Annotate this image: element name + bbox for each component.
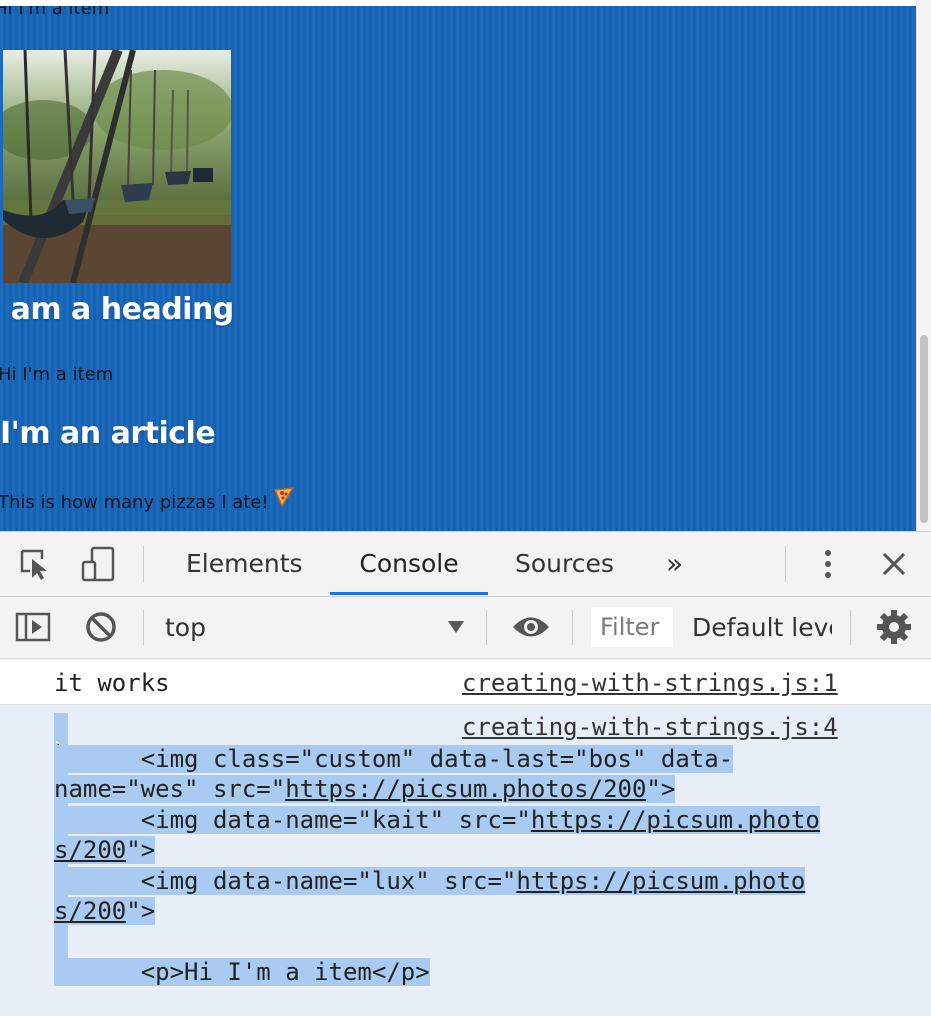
console-code-line: <img class="custom" data-last="bos" data… [54,744,734,774]
item-text: Hi I'm a item [0,364,114,385]
url-link[interactable]: https://picsum.photo [516,867,806,895]
toolbar-separator-2 [486,610,487,645]
code-text: "> [126,897,156,925]
toolbar-separator [143,610,144,645]
page-viewport: Hi I'm a item I am a heading Hi I'm a it… [0,0,931,531]
gear-icon[interactable] [874,608,914,646]
page-content: Hi I'm a item I am a heading Hi I'm a it… [0,6,916,531]
console-source-link[interactable]: creating-with-strings.js:4 [462,713,838,741]
console-code-line: name="wes" src="https://picsum.photos/20… [54,774,676,804]
chevron-down-icon[interactable] [446,619,466,635]
console-code-line: <p>Hi I'm a item</p> [54,957,430,987]
code-text: name="wes" src=" [54,775,286,803]
console-message-text: it works [54,669,170,697]
more-options-icon[interactable] [816,546,840,582]
top-item-text: Hi I'm a item [0,6,110,19]
tab-console[interactable]: Console [330,532,488,595]
code-text: "> [646,775,676,803]
console-code-line: s/200"> [54,896,156,926]
live-expression-icon[interactable] [510,610,552,644]
page-scrollbar[interactable] [916,0,931,531]
console-code-line: s/200"> [54,835,156,865]
code-text: <img data-name="lux" src=" [54,867,517,895]
console-code-line: <img data-name="kait" src="https://picsu… [54,805,820,835]
article-heading: I'm an article [0,416,216,451]
console-toolbar: top Default leve [0,597,931,659]
log-levels-dropdown[interactable]: Default leve [692,597,832,658]
device-toolbar-icon[interactable] [78,544,118,584]
more-tabs-button[interactable]: » [666,532,683,594]
console-source-link[interactable]: creating-with-strings.js:1 [462,669,838,697]
code-text: <img data-name="kait" src=" [54,806,531,834]
pizza-text-label: This is how many pizzas I ate! [0,492,269,513]
filter-input[interactable] [591,607,673,647]
url-link[interactable]: https://picsum.photo [530,806,820,834]
url-link[interactable]: s/200 [54,836,127,864]
devtools-panel: Elements Console Sources » top Filter De… [0,531,931,1016]
tab-elements[interactable]: Elements [186,532,303,594]
code-text: <p>Hi I'm a item</p> [54,958,430,986]
code-text: <img class="custom" data-last="bos" data… [54,745,734,773]
inspect-element-icon[interactable] [16,546,56,582]
console-output: it works creating-with-strings.js:1 crea… [0,659,931,1016]
console-message: creating-with-strings.js:4 <img class="c… [0,705,931,1016]
close-icon[interactable] [876,546,912,582]
tabbar-separator-right [785,546,786,582]
pizza-icon [273,486,295,513]
page-scrollbar-thumb[interactable] [920,335,928,523]
url-link[interactable]: s/200 [54,897,127,925]
toolbar-separator-3 [572,610,573,645]
devtools-tabbar: Elements Console Sources » [0,532,931,597]
tabbar-separator [143,546,144,582]
toolbar-separator-4 [850,610,851,645]
console-sidebar-icon[interactable] [14,609,52,645]
context-selector[interactable]: top [165,597,206,658]
swing-photo [3,50,231,283]
tab-sources[interactable]: Sources [515,532,614,594]
clear-console-icon[interactable] [82,609,120,645]
url-link[interactable]: https://picsum.photos/200 [285,775,647,803]
code-text: "> [126,836,156,864]
heading-one: I am a heading [0,292,234,327]
console-message: it works creating-with-strings.js:1 [0,659,931,705]
pizza-text: This is how many pizzas I ate! [0,486,295,513]
console-code-line: <img data-name="lux" src="https://picsum… [54,866,806,896]
